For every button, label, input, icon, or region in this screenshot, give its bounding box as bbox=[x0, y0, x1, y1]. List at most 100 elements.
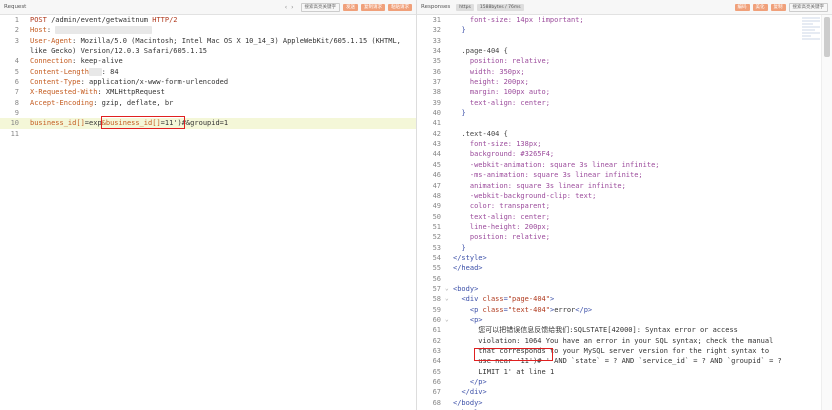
encode-button[interactable]: 编码 bbox=[734, 3, 750, 11]
line-number: 47 bbox=[432, 181, 441, 190]
code-token: <p> bbox=[469, 315, 483, 324]
code-text: -webkit-background-clip: text; bbox=[453, 191, 832, 201]
line-number: 33 bbox=[432, 36, 441, 45]
chevron-left-icon[interactable]: ‹ bbox=[285, 4, 287, 11]
request-pane: Request ‹ › 搜索高亮关键字 发送 复制请求 粘贴请求 1 POST /… bbox=[0, 0, 417, 410]
code-token: } bbox=[461, 109, 466, 118]
line-number: 48 bbox=[432, 191, 441, 200]
code-line: 45 -webkit-animation: square 3s linear i… bbox=[417, 160, 832, 170]
code-text: <body> bbox=[453, 284, 832, 294]
code-line: 10 business_id[]=exp&business_id[]=11')#&… bbox=[0, 118, 416, 129]
chevron-right-icon[interactable]: › bbox=[291, 4, 293, 11]
code-text: margin: 100px auto; bbox=[453, 87, 832, 97]
code-text: position: relative; bbox=[453, 232, 832, 242]
code-text: animation: square 3s linear infinite; bbox=[453, 181, 832, 191]
code-token: <p bbox=[469, 305, 483, 314]
code-line: 61 您可以把错误信息反馈给我们:SQLSTATE[42000]: Syntax… bbox=[417, 325, 832, 335]
request-editor[interactable]: 1 POST /admin/event/getwaitnum HTTP/2 2 Hos… bbox=[0, 15, 416, 410]
code-token: width: 350px; bbox=[469, 67, 525, 76]
response-editor[interactable]: 31 font-size: 14px !important; 32 } 33 34 .… bbox=[417, 15, 832, 410]
code-line: 53 } bbox=[417, 243, 832, 253]
beautify-button[interactable]: 美化 bbox=[752, 3, 768, 11]
code-line: like Gecko) Version/12.0.3 Safari/605.1.… bbox=[0, 46, 416, 56]
response-pane: Responses https 1588bytes / 76ms 编码 美化 复… bbox=[417, 0, 832, 410]
code-line: 11 bbox=[0, 129, 416, 139]
code-token: =11')# bbox=[160, 119, 186, 128]
code-token: &business_id[] bbox=[101, 119, 161, 128]
code-line: 67 </div> bbox=[417, 387, 832, 397]
line-number: 55 bbox=[432, 264, 441, 273]
code-line: 58 ⌄ <div class="page-404"> bbox=[417, 294, 832, 304]
line-number: 31 bbox=[432, 16, 441, 24]
send-button[interactable]: 发送 bbox=[343, 3, 358, 11]
code-line: 2 Host: xxxxxxxxxxxxxxxxxxxxxxx bbox=[0, 25, 416, 35]
code-token: </p> bbox=[575, 305, 593, 314]
minimap[interactable] bbox=[802, 16, 820, 56]
copy-request-button[interactable]: 复制请求 bbox=[361, 3, 385, 11]
code-token: <body> bbox=[453, 284, 479, 293]
request-search-input[interactable]: 搜索高亮关键字 bbox=[300, 2, 340, 12]
code-token: that corresponds to your MySQL server ve… bbox=[478, 347, 770, 355]
fold-toggle-icon[interactable]: ⌄ bbox=[445, 294, 449, 304]
code-token: <div bbox=[461, 295, 483, 304]
code-line: 37 height: 200px; bbox=[417, 77, 832, 87]
code-line: 3 User-Agent: Mozilla/5.0 (Macintosh; Int… bbox=[0, 36, 416, 46]
code-line: 39 text-align: center; bbox=[417, 98, 832, 108]
response-title: Responses bbox=[421, 4, 451, 10]
code-token: -webkit-animation: square 3s linear infi… bbox=[469, 160, 660, 169]
code-line: 55 </head> bbox=[417, 263, 832, 273]
fold-toggle-icon[interactable]: ⌄ bbox=[445, 284, 449, 294]
copy-response-button[interactable]: 复制 bbox=[770, 3, 786, 11]
code-line: 54 </style> bbox=[417, 253, 832, 263]
code-line: 33 bbox=[417, 36, 832, 46]
line-number: 37 bbox=[432, 78, 441, 87]
code-text: text-align: center; bbox=[453, 98, 832, 108]
code-text: <p> bbox=[453, 315, 832, 325]
code-token: class bbox=[482, 295, 504, 304]
code-line: 9 bbox=[0, 108, 416, 118]
code-token: xxx bbox=[89, 67, 102, 76]
request-toolbar: Request ‹ › 搜索高亮关键字 发送 复制请求 粘贴请求 bbox=[0, 0, 416, 15]
code-text: text-align: center; bbox=[453, 212, 832, 222]
scrollbar-thumb[interactable] bbox=[824, 17, 830, 57]
code-text: background: #3265F4; bbox=[453, 149, 832, 159]
code-token: class bbox=[482, 305, 504, 314]
code-text: -ms-animation: square 3s linear infinite… bbox=[453, 170, 832, 180]
code-token: &groupid=1 bbox=[185, 119, 229, 128]
response-search-input[interactable]: 搜索高亮关键字 bbox=[788, 2, 828, 12]
line-number: 9 bbox=[14, 109, 19, 118]
line-number: 6 bbox=[14, 78, 19, 87]
code-token: position: relative; bbox=[469, 57, 550, 66]
code-token: </head> bbox=[453, 264, 483, 273]
code-token: Content-Length bbox=[30, 67, 90, 76]
line-number: 8 bbox=[14, 98, 19, 107]
paste-request-button[interactable]: 粘贴请求 bbox=[388, 3, 412, 11]
fold-toggle-icon[interactable]: ⌄ bbox=[445, 315, 449, 325]
line-number: 51 bbox=[432, 222, 441, 231]
code-line: 66 </p> bbox=[417, 377, 832, 387]
code-text: Host: xxxxxxxxxxxxxxxxxxxxxxx bbox=[30, 25, 416, 35]
line-number: 67 bbox=[432, 388, 441, 397]
code-text: </body> bbox=[453, 398, 832, 408]
request-title: Request bbox=[4, 4, 27, 10]
code-line: 49 color: transparent; bbox=[417, 201, 832, 211]
code-line: 36 width: 350px; bbox=[417, 67, 832, 77]
code-line: 35 position: relative; bbox=[417, 56, 832, 66]
line-number: 10 bbox=[10, 119, 19, 128]
code-text: Content-Type: application/x-www-form-url… bbox=[30, 77, 416, 87]
line-number: 2 bbox=[14, 26, 19, 35]
response-scrollbar[interactable] bbox=[821, 15, 832, 410]
code-line: 62 violation: 1064 You have an error in … bbox=[417, 336, 832, 346]
